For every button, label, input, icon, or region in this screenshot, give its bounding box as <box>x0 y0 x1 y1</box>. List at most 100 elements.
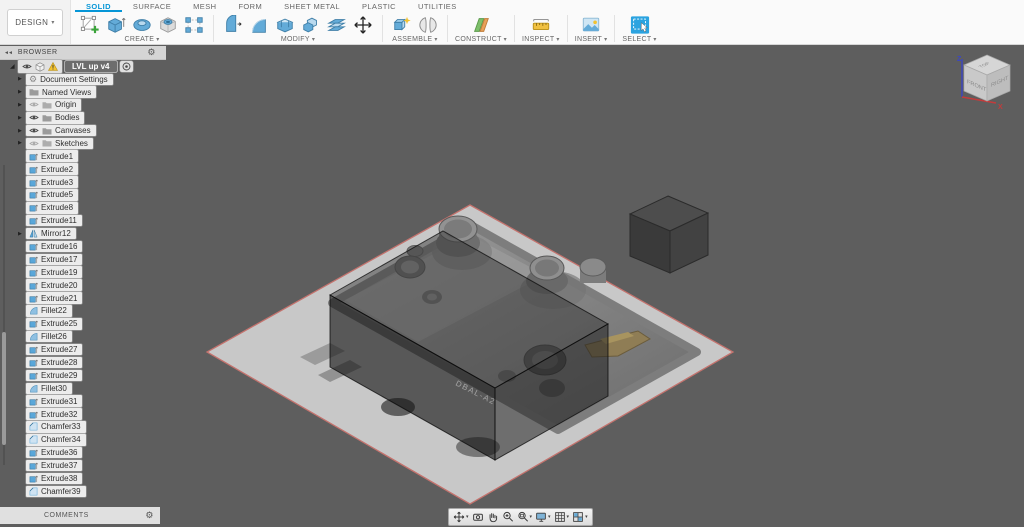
construct-menu[interactable]: CONSTRUCT▾ <box>455 36 507 43</box>
expand-arrow-icon[interactable]: ▶ <box>18 115 22 121</box>
revolve-icon[interactable] <box>130 14 154 36</box>
eye-icon[interactable] <box>29 114 39 121</box>
tab-surface[interactable]: SURFACE <box>122 0 182 12</box>
create-menu[interactable]: CREATE▾ <box>125 36 160 43</box>
tab-mesh[interactable]: MESH <box>182 0 227 12</box>
gear-icon[interactable]: ⚙ <box>147 48 156 57</box>
browser-node-named-views[interactable]: ▶ Named Views <box>0 86 166 99</box>
feature-item[interactable]: Extrude16 <box>0 240 166 253</box>
feature-item[interactable]: Extrude27 <box>0 343 166 356</box>
expand-arrow-icon[interactable]: ▶ <box>18 102 22 108</box>
feature-item[interactable]: Extrude3 <box>0 176 166 189</box>
look-at-icon[interactable] <box>471 510 485 524</box>
eye-icon[interactable] <box>29 127 39 134</box>
inspect-menu[interactable]: INSPECT▾ <box>522 36 560 43</box>
hole-icon[interactable] <box>156 14 180 36</box>
cube-body[interactable] <box>630 196 708 273</box>
measure-icon[interactable] <box>529 14 553 36</box>
node-label: Named Views <box>42 88 91 97</box>
feature-item[interactable]: Extrude29 <box>0 369 166 382</box>
root-component-name[interactable]: LVL up v4 <box>65 61 117 73</box>
browser-root-component[interactable]: ◢ LVL up v4 <box>0 60 166 73</box>
expand-arrow-icon[interactable]: ▶ <box>18 231 22 237</box>
expand-arrow-icon[interactable]: ▶ <box>18 89 22 95</box>
display-settings-icon[interactable]: ▾ <box>534 510 552 524</box>
expand-arrow-icon[interactable]: ▶ <box>18 76 22 82</box>
feature-item[interactable]: Extrude21 <box>0 292 166 305</box>
move-copy-icon[interactable] <box>351 14 375 36</box>
viewport-3d[interactable]: DBAL-A2 Z X TOP FRONT <box>0 45 1024 527</box>
select-icon[interactable] <box>628 14 652 36</box>
feature-item[interactable]: Extrude1 <box>0 150 166 163</box>
tab-plastic[interactable]: PLASTIC <box>351 0 407 12</box>
insert-image-icon[interactable] <box>579 14 603 36</box>
feature-item[interactable]: Extrude32 <box>0 408 166 421</box>
collapse-arrow-icon[interactable]: ◢ <box>10 63 15 70</box>
feature-item[interactable]: Extrude11 <box>0 214 166 227</box>
browser-header[interactable]: ◄◄ BROWSER ⚙ <box>0 46 166 60</box>
activate-component-radio[interactable] <box>120 61 133 72</box>
collapse-panel-icon[interactable]: ◄◄ <box>4 50 12 56</box>
feature-item[interactable]: Extrude2 <box>0 163 166 176</box>
pan-icon[interactable] <box>486 510 500 524</box>
feature-item[interactable]: Extrude37 <box>0 459 166 472</box>
feature-item[interactable]: Extrude25 <box>0 317 166 330</box>
fit-icon[interactable]: ▾ <box>516 510 534 524</box>
browser-node-origin[interactable]: ▶ Origin <box>0 99 166 112</box>
modify-menu[interactable]: MODIFY▾ <box>281 36 315 43</box>
feature-item[interactable]: Chamfer33 <box>0 420 166 433</box>
feature-item[interactable]: Extrude31 <box>0 395 166 408</box>
insert-menu[interactable]: INSERT▾ <box>575 36 608 43</box>
fillet-icon[interactable] <box>247 14 271 36</box>
extrude-icon[interactable] <box>104 14 128 36</box>
zoom-icon[interactable] <box>501 510 515 524</box>
eye-off-icon[interactable] <box>29 101 39 108</box>
construct-plane-icon[interactable] <box>469 14 493 36</box>
feature-item[interactable]: Extrude17 <box>0 253 166 266</box>
browser-node-bodies[interactable]: ▶ Bodies <box>0 111 166 124</box>
feature-item[interactable]: Chamfer34 <box>0 433 166 446</box>
eye-off-icon[interactable] <box>29 140 39 147</box>
design-workspace-button[interactable]: DESIGN ▾ <box>7 9 63 36</box>
feature-item[interactable]: Extrude20 <box>0 279 166 292</box>
free-orbit-icon[interactable]: ▾ <box>452 510 470 524</box>
feature-item[interactable]: Extrude36 <box>0 446 166 459</box>
feature-item[interactable]: Fillet26 <box>0 330 166 343</box>
browser-node-canvases[interactable]: ▶ Canvases <box>0 124 166 137</box>
browser-node-document-settings[interactable]: ▶ ⚙ Document Settings <box>0 73 166 86</box>
view-cube-faces[interactable]: TOP FRONT RIGHT <box>964 55 1010 101</box>
tab-sheet-metal[interactable]: SHEET METAL <box>273 0 351 12</box>
shell-icon[interactable] <box>273 14 297 36</box>
expand-arrow-icon[interactable]: ▶ <box>18 140 22 146</box>
tab-utilities[interactable]: UTILITIES <box>407 0 468 12</box>
expand-arrow-icon[interactable]: ▶ <box>18 128 22 134</box>
grid-icon[interactable]: ▾ <box>553 510 571 524</box>
viewports-icon[interactable]: ▾ <box>571 510 589 524</box>
joint-icon[interactable] <box>416 14 440 36</box>
feature-item[interactable]: Extrude5 <box>0 188 166 201</box>
gear-icon[interactable]: ⚙ <box>145 511 154 520</box>
feature-item[interactable]: ▶Mirror12 <box>0 227 166 240</box>
combine-icon[interactable] <box>299 14 323 36</box>
feature-item[interactable]: Chamfer39 <box>0 485 166 498</box>
browser-node-sketches[interactable]: ▶ Sketches <box>0 137 166 150</box>
assemble-menu[interactable]: ASSEMBLE▾ <box>392 36 437 43</box>
new-component-icon[interactable] <box>390 14 414 36</box>
pattern-icon[interactable] <box>182 14 206 36</box>
comments-bar[interactable]: COMMENTS ⚙ <box>0 507 160 524</box>
tab-solid[interactable]: SOLID <box>75 0 122 12</box>
sketch-icon[interactable] <box>78 14 102 36</box>
view-cube[interactable]: Z X TOP FRONT RIGHT <box>952 53 1018 115</box>
select-menu[interactable]: SELECT▾ <box>622 36 656 43</box>
press-pull-icon[interactable] <box>221 14 245 36</box>
feature-item[interactable]: Extrude28 <box>0 356 166 369</box>
feature-item[interactable]: Fillet22 <box>0 304 166 317</box>
feature-item[interactable]: Extrude19 <box>0 266 166 279</box>
feature-item[interactable]: Fillet30 <box>0 382 166 395</box>
feature-item[interactable]: Extrude8 <box>0 201 166 214</box>
eye-icon[interactable] <box>22 63 32 70</box>
feature-item[interactable]: Extrude38 <box>0 472 166 485</box>
browser-scrollbar-thumb[interactable] <box>2 332 6 445</box>
offset-face-icon[interactable] <box>325 14 349 36</box>
tab-form[interactable]: FORM <box>227 0 273 12</box>
